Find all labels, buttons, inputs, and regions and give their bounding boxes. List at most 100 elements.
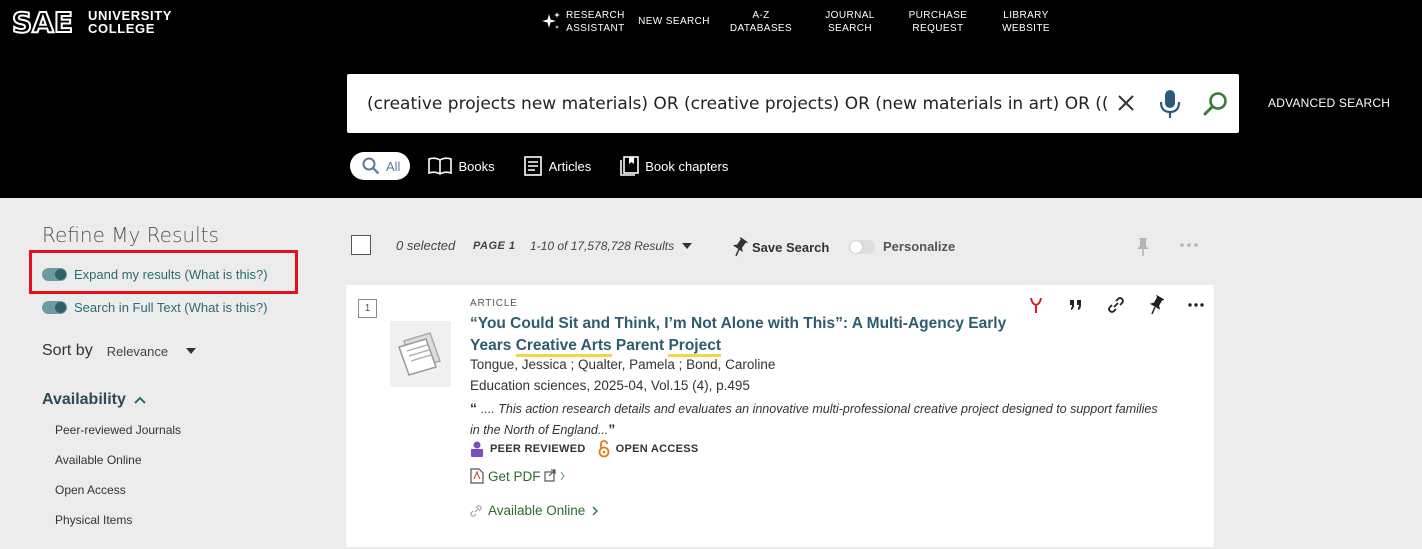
- scope-book-chapters[interactable]: Book chapters: [619, 156, 728, 176]
- more-options-icon[interactable]: [1180, 243, 1198, 247]
- result-badges: PEER REVIEWED OPEN ACCESS: [470, 440, 711, 458]
- link-chain-icon: [1108, 297, 1124, 313]
- selected-count: 0 selected: [396, 238, 456, 253]
- nav-journal-search[interactable]: JOURNAL SEARCH: [808, 9, 892, 35]
- result-card: 1 ARTICLE “You Could Sit and Think, I’m …: [346, 285, 1214, 547]
- badge-label: OPEN ACCESS: [615, 443, 699, 455]
- search-box: [347, 74, 1239, 133]
- result-actions: [1016, 295, 1216, 315]
- result-snippet: “ .... This action research details and …: [470, 398, 1160, 440]
- results-count-dropdown[interactable]: 1-10 of 17,578,728 Results: [530, 239, 693, 253]
- search-icon: [362, 157, 380, 175]
- scope-books[interactable]: Books: [428, 157, 495, 175]
- what-is-this-link[interactable]: What is this?: [189, 267, 263, 282]
- facet-available-online[interactable]: Available Online: [55, 453, 142, 467]
- article-icon: [523, 156, 542, 176]
- nav-label: JOURNAL SEARCH: [825, 10, 875, 34]
- nav-research-assistant[interactable]: RESEARCH ASSISTANT: [536, 9, 634, 35]
- peer-reviewed-icon: [471, 441, 483, 457]
- more-actions-button[interactable]: [1176, 303, 1216, 307]
- result-source: Education sciences, 2025-04, Vol.15 (4),…: [470, 378, 750, 393]
- refine-title: Refine My Results: [42, 223, 219, 247]
- nav-label: NEW SEARCH: [638, 15, 710, 27]
- cite-export-button[interactable]: [1016, 296, 1056, 314]
- permalink-button[interactable]: [1096, 296, 1136, 314]
- nav-label: LIBRARY WEBSITE: [1002, 10, 1050, 34]
- top-navigation: RESEARCH ASSISTANT NEW SEARCH A-Z DATABA…: [536, 9, 1068, 35]
- available-online-label: Available Online: [488, 503, 586, 518]
- toggle-label: Expand my results (: [74, 267, 189, 282]
- pin-icon[interactable]: [1136, 237, 1150, 257]
- availability-facet-header[interactable]: Availability: [42, 391, 146, 409]
- chevron-right-icon: [592, 506, 599, 515]
- facet-peer-reviewed[interactable]: Peer-reviewed Journals: [55, 423, 181, 437]
- personalize-toggle[interactable]: Personalize: [849, 239, 955, 254]
- logo-text: UNIVERSITY COLLEGE: [88, 9, 172, 35]
- result-title-link[interactable]: “You Could Sit and Think, I’m Not Alone …: [470, 313, 1030, 357]
- nav-purchase-request[interactable]: PURCHASE REQUEST: [892, 9, 984, 35]
- snippet-text: .... This action research details and ev…: [470, 402, 1158, 437]
- facet-open-access[interactable]: Open Access: [55, 483, 126, 497]
- page-label: PAGE 1: [473, 240, 516, 252]
- advanced-search-link[interactable]: ADVANCED SEARCH: [1268, 96, 1390, 110]
- microphone-icon[interactable]: [1159, 89, 1181, 119]
- expand-results-toggle[interactable]: Expand my results (What is this?): [42, 267, 268, 282]
- caret-down-icon[interactable]: [186, 347, 197, 355]
- scope-label: Articles: [548, 158, 592, 174]
- paren: ): [263, 300, 268, 315]
- link-icon: [470, 504, 482, 517]
- search-input[interactable]: [367, 74, 1107, 133]
- sort-select[interactable]: Relevance: [107, 344, 168, 359]
- article-placeholder-icon: [390, 321, 451, 387]
- caret-down-icon: [682, 242, 693, 249]
- university-logo[interactable]: SAE UNIVERSITY COLLEGE: [12, 6, 172, 38]
- save-search-button[interactable]: Save Search: [730, 237, 829, 257]
- open-access-badge: OPEN ACCESS: [598, 440, 699, 458]
- more-options-icon: [1188, 303, 1204, 307]
- available-online-link[interactable]: Available Online: [470, 503, 605, 518]
- toggle-switch[interactable]: [42, 301, 67, 314]
- badge-label: PEER REVIEWED: [490, 443, 586, 455]
- citation-button[interactable]: [1056, 299, 1096, 311]
- nav-new-search[interactable]: NEW SEARCH: [634, 9, 714, 33]
- book-chapter-icon: [620, 156, 640, 176]
- article-thumbnail[interactable]: [390, 321, 451, 387]
- scope-all[interactable]: All: [350, 152, 411, 180]
- open-access-lock-icon: [598, 440, 609, 458]
- external-link-icon: [543, 469, 565, 482]
- search-scopes: All Books Articles Book chapters: [350, 152, 756, 180]
- quote-icon: [1070, 300, 1081, 310]
- peer-reviewed-badge: PEER REVIEWED: [470, 441, 586, 457]
- save-search-label: Save Search: [752, 239, 830, 255]
- header-bar: SAE UNIVERSITY COLLEGE RESEARCH ASSISTAN…: [0, 0, 1422, 198]
- scope-articles[interactable]: Articles: [523, 156, 592, 176]
- toggle-switch[interactable]: [849, 239, 875, 254]
- toggle-label: Search in Full Text (: [74, 300, 189, 315]
- nav-label: RESEARCH ASSISTANT: [566, 10, 625, 34]
- what-is-this-link[interactable]: What is this?: [189, 300, 263, 315]
- scope-label: All: [386, 158, 401, 174]
- nav-az-databases[interactable]: A-Z DATABASES: [714, 9, 808, 35]
- get-pdf-link[interactable]: Get PDF: [470, 468, 569, 484]
- scope-label: Book chapters: [645, 158, 729, 174]
- pin-icon: [732, 237, 748, 257]
- logo-line-2: COLLEGE: [88, 21, 156, 36]
- facet-title: Availability: [42, 391, 126, 408]
- select-all-checkbox[interactable]: [351, 235, 371, 255]
- nav-label: A-Z DATABASES: [729, 10, 793, 34]
- title-highlight: Project: [668, 337, 722, 357]
- personalize-label: Personalize: [883, 239, 956, 254]
- pdf-file-icon: [470, 468, 484, 484]
- clear-icon[interactable]: [1117, 94, 1135, 112]
- search-go-icon[interactable]: [1203, 91, 1229, 117]
- close-quote-icon: ”: [608, 421, 616, 437]
- facet-physical-items[interactable]: Physical Items: [55, 513, 132, 527]
- nav-library-website[interactable]: LIBRARY WEBSITE: [984, 9, 1068, 35]
- toggle-switch[interactable]: [42, 268, 67, 281]
- result-number-checkbox[interactable]: 1: [358, 299, 377, 318]
- open-quote-icon: “: [470, 400, 481, 416]
- full-text-toggle[interactable]: Search in Full Text (What is this?): [42, 300, 267, 315]
- pin-result-button[interactable]: [1136, 295, 1176, 315]
- result-type: ARTICLE: [470, 298, 518, 309]
- citation-trail-icon: [1030, 297, 1042, 313]
